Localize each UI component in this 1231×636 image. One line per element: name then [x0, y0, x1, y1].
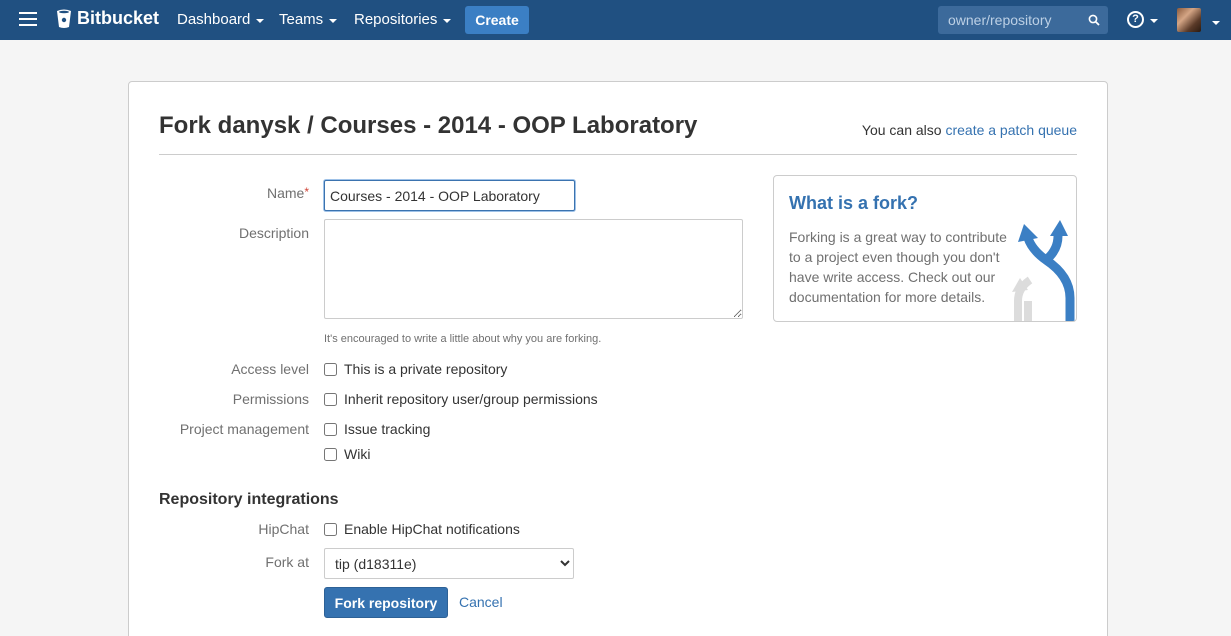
fork-panel: Fork danysk / Courses - 2014 - OOP Labor… [128, 81, 1108, 636]
fork-repository-button[interactable]: Fork repository [324, 587, 448, 618]
chevron-down-icon [1150, 18, 1158, 23]
inherit-permissions-label: Inherit repository user/group permission… [344, 391, 598, 407]
access-level-label: Access level [231, 361, 309, 377]
top-navigation-bar: Bitbucket Dashboard Teams Repositories C… [0, 0, 1231, 40]
search-icon[interactable] [1088, 14, 1100, 26]
wiki-option[interactable]: Wiki [324, 446, 370, 462]
private-repository-checkbox[interactable] [324, 362, 337, 376]
inherit-permissions-option[interactable]: Inherit repository user/group permission… [324, 391, 598, 407]
fork-info-box: What is a fork? Forking is a great way t… [773, 175, 1077, 322]
logo-text: Bitbucket [77, 8, 160, 28]
repository-search[interactable] [938, 6, 1108, 34]
name-label: Name* [129, 185, 309, 201]
patch-hint-text: You can also [861, 122, 942, 138]
permissions-label: Permissions [232, 391, 309, 407]
fork-info-text: Forking is a great way to contribute to … [789, 229, 1007, 305]
description-field[interactable] [324, 219, 743, 319]
wiki-label: Wiki [344, 446, 371, 462]
chevron-down-icon [329, 18, 338, 23]
divider [159, 154, 1077, 155]
hipchat-option[interactable]: Enable HipChat notifications [324, 521, 520, 537]
required-marker: * [304, 185, 309, 199]
help-menu[interactable]: ? [1127, 11, 1158, 28]
integrations-heading: Repository integrations [159, 491, 339, 508]
patch-queue-hint: You can also create a patch queue [862, 122, 1077, 138]
issue-tracking-label: Issue tracking [344, 421, 431, 437]
name-field[interactable] [324, 180, 575, 211]
description-help: It's encouraged to write a little about … [324, 333, 602, 345]
hipchat-option-label: Enable HipChat notifications [344, 521, 520, 537]
nav-repositories-label: Repositories [354, 11, 438, 28]
private-repository-option[interactable]: This is a private repository [324, 361, 507, 377]
chevron-down-icon[interactable] [1212, 21, 1220, 25]
page-title: Fork danysk / Courses - 2014 - OOP Labor… [159, 112, 698, 139]
help-icon: ? [1127, 11, 1144, 28]
nav-dashboard[interactable]: Dashboard [177, 11, 265, 28]
nav-dashboard-label: Dashboard [177, 11, 251, 28]
project-management-label: Project management [179, 421, 309, 437]
inherit-permissions-checkbox[interactable] [324, 392, 337, 406]
chevron-down-icon [256, 18, 265, 23]
nav-teams-label: Teams [279, 11, 324, 28]
wiki-checkbox[interactable] [324, 447, 337, 461]
hipchat-label: HipChat [258, 521, 309, 537]
avatar[interactable] [1177, 8, 1201, 32]
fork-illustration-icon [1012, 220, 1075, 321]
nav-repositories[interactable]: Repositories [354, 11, 452, 28]
private-repository-label: This is a private repository [344, 361, 508, 377]
nav-teams[interactable]: Teams [279, 11, 338, 28]
hipchat-checkbox[interactable] [324, 522, 337, 536]
create-button[interactable]: Create [465, 6, 529, 34]
menu-icon[interactable] [19, 12, 37, 28]
fork-at-label: Fork at [265, 554, 309, 570]
fork-info-title: What is a fork? [789, 193, 919, 213]
issue-tracking-checkbox[interactable] [324, 422, 337, 436]
fork-at-select[interactable]: tip (d18311e) [324, 548, 574, 579]
chevron-down-icon [443, 18, 452, 23]
search-input[interactable] [938, 6, 1088, 34]
bitbucket-logo[interactable]: Bitbucket [56, 8, 159, 29]
name-label-text: Name [266, 185, 305, 201]
description-label: Description [238, 225, 309, 241]
bucket-icon [57, 9, 71, 28]
cancel-link[interactable]: Cancel [459, 594, 503, 610]
issue-tracking-option[interactable]: Issue tracking [324, 421, 430, 437]
create-patch-queue-link[interactable]: create a patch queue [945, 122, 1077, 138]
